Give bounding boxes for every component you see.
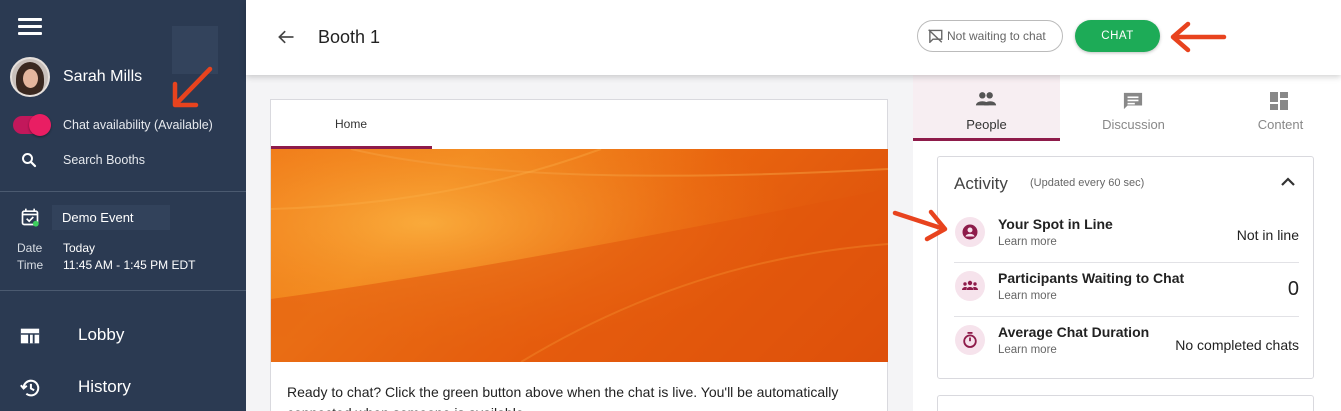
history-icon	[20, 379, 40, 397]
date-key: Date	[17, 241, 43, 255]
tab-people[interactable]: People	[913, 75, 1060, 141]
chat-availability-label: Chat availability (Available)	[63, 118, 213, 132]
booth-instructions: Ready to chat? Click the green button ab…	[287, 384, 839, 411]
sidebar-divider	[0, 191, 246, 192]
sidebar: Sarah Mills Chat availability (Available…	[0, 0, 246, 411]
not-waiting-button[interactable]: Not waiting to chat	[917, 20, 1063, 52]
sidebar-item-history[interactable]: History	[0, 367, 246, 407]
activity-value: 0	[1287, 278, 1299, 300]
sidebar-item-lobby[interactable]: Lobby	[0, 315, 246, 355]
menu-icon[interactable]	[18, 18, 42, 36]
activity-label: Participants Waiting to Chat	[998, 270, 1185, 286]
tab-label: People	[966, 117, 1007, 132]
activity-row-spot-in-line: Your Spot in Line Learn more Not in line	[954, 209, 1299, 263]
people-icon	[975, 92, 997, 106]
learn-more-link[interactable]: Learn more	[998, 290, 1057, 302]
tab-label: Discussion	[1102, 117, 1165, 132]
discussion-icon	[1123, 92, 1143, 110]
activity-title: Activity	[954, 174, 1008, 193]
annotation-arrow-icon	[172, 66, 213, 108]
chat-button[interactable]: CHAT	[1075, 20, 1160, 52]
content-icon	[1270, 92, 1288, 110]
activity-subtitle: (Updated every 60 sec)	[1030, 177, 1145, 189]
booth-content-card: Home Ready to chat? Click the green butt…	[270, 99, 888, 411]
secondary-card	[937, 395, 1314, 411]
activity-row-average-duration: Average Chat Duration Learn more No comp…	[954, 317, 1299, 371]
tab-home[interactable]: Home	[271, 100, 432, 149]
time-key: Time	[17, 258, 44, 272]
tab-content[interactable]: Content	[1207, 75, 1341, 141]
search-booths-button[interactable]: Search Booths	[0, 146, 246, 174]
timer-icon	[955, 325, 985, 355]
chat-off-icon	[928, 29, 943, 43]
annotation-arrow-icon	[1170, 21, 1227, 53]
sidebar-item-label: History	[78, 377, 131, 396]
avatar[interactable]	[10, 57, 50, 97]
date-value: Today	[63, 241, 96, 255]
chat-availability-toggle[interactable]	[13, 114, 51, 136]
right-panel-tabs: People Discussion Content	[913, 75, 1341, 141]
event-name: Demo Event	[62, 210, 134, 225]
search-icon	[22, 153, 37, 168]
activity-card: Activity (Updated every 60 sec) Your Spo…	[937, 156, 1314, 379]
not-waiting-label: Not waiting to chat	[947, 29, 1046, 43]
user-name: Sarah Mills	[63, 68, 143, 85]
learn-more-link[interactable]: Learn more	[998, 236, 1057, 248]
annotation-arrow-icon	[892, 209, 948, 242]
activity-label: Average Chat Duration	[998, 324, 1150, 340]
calendar-check-icon	[21, 208, 39, 227]
lobby-icon	[20, 328, 40, 344]
activity-row-participants-waiting: Participants Waiting to Chat Learn more …	[954, 263, 1299, 317]
activity-value: No completed chats	[1175, 337, 1299, 353]
spot-in-line-icon	[955, 217, 985, 247]
sidebar-divider	[0, 290, 246, 291]
group-icon	[955, 271, 985, 301]
tab-label: Content	[1257, 117, 1304, 132]
tab-home-label: Home	[335, 117, 368, 131]
booth-banner-image	[271, 149, 888, 362]
search-booths-label: Search Booths	[63, 153, 145, 167]
time-value: 11:45 AM - 1:45 PM EDT	[63, 258, 196, 272]
page-title: Booth 1	[318, 27, 381, 47]
learn-more-link[interactable]: Learn more	[998, 344, 1057, 356]
activity-value: Not in line	[1236, 227, 1299, 243]
sidebar-item-label: Lobby	[78, 325, 125, 344]
back-arrow-icon[interactable]	[276, 27, 296, 47]
tab-discussion[interactable]: Discussion	[1060, 75, 1207, 141]
activity-label: Your Spot in Line	[998, 216, 1113, 232]
chevron-up-icon[interactable]	[1280, 175, 1296, 187]
